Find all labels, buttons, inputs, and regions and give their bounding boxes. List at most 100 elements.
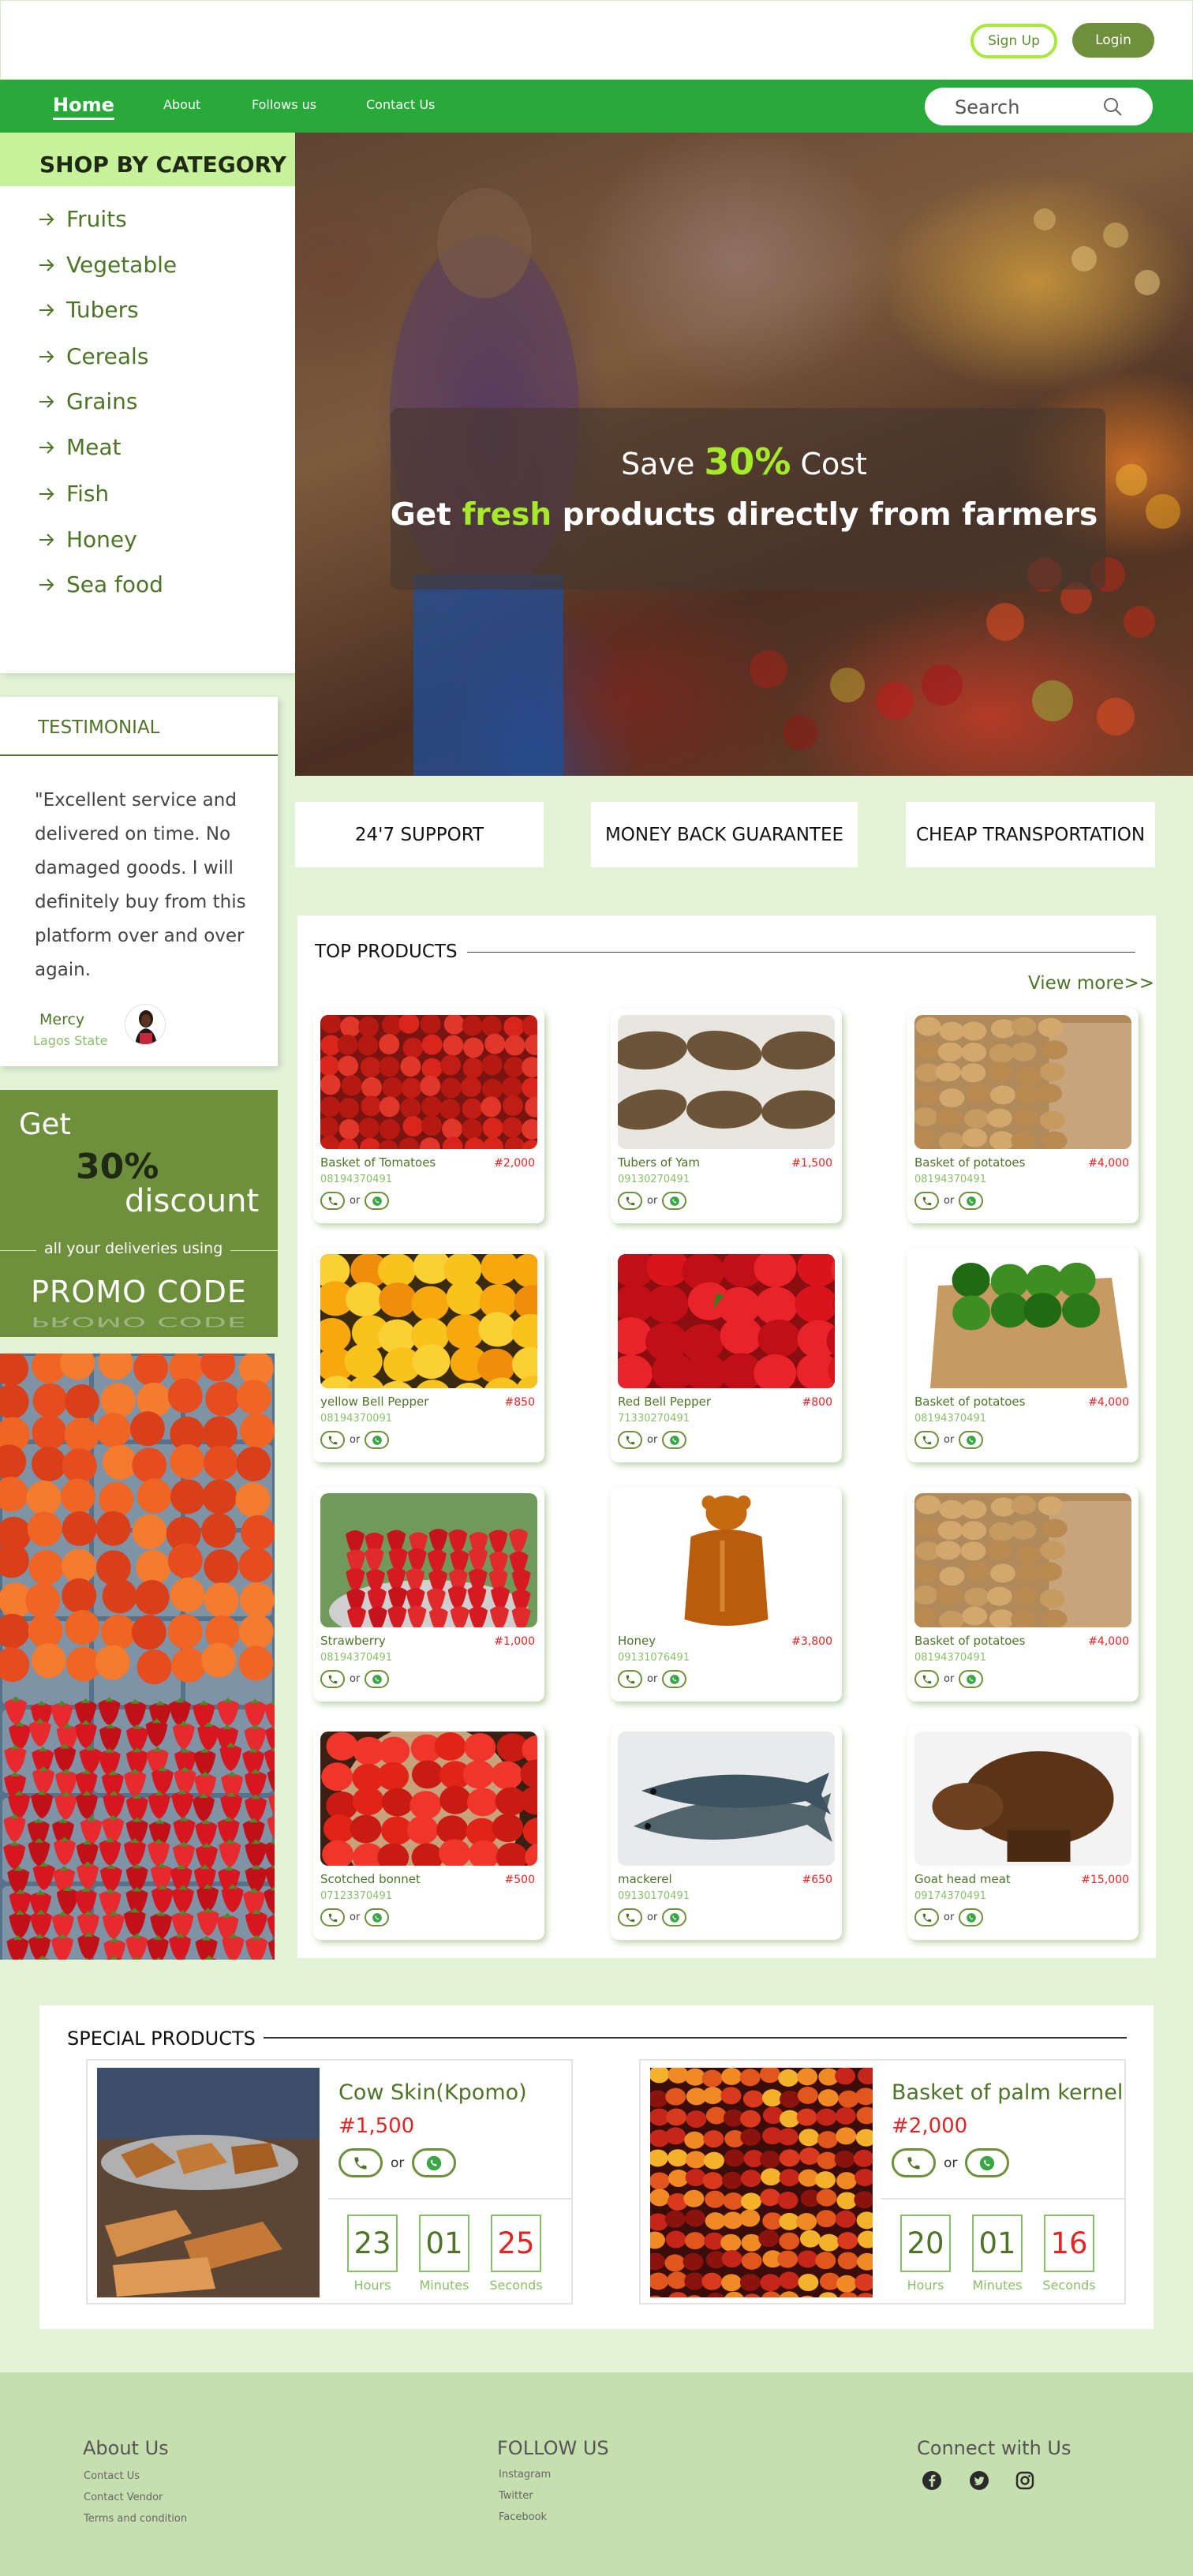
whatsapp-button[interactable] <box>662 1908 687 1926</box>
product-image[interactable] <box>320 1015 537 1149</box>
footer-link-instagram[interactable]: Instagram <box>499 2469 551 2481</box>
whatsapp-icon <box>669 1196 679 1206</box>
phone-call-button[interactable] <box>914 1670 939 1688</box>
whatsapp-button[interactable] <box>662 1192 687 1210</box>
twitter-icon[interactable] <box>969 2470 989 2491</box>
phone-call-button[interactable] <box>618 1431 642 1449</box>
phone-call-button[interactable] <box>320 1670 345 1688</box>
special-products-title: SPECIAL PRODUCTS <box>67 2027 264 2050</box>
whatsapp-button[interactable] <box>959 1670 984 1688</box>
product-card[interactable]: Basket of potatoes #4,000 08194370491 or <box>907 1248 1139 1462</box>
product-card[interactable]: Red Bell Pepper #800 71330270491 or <box>611 1248 842 1462</box>
phone-call-button[interactable] <box>892 2148 936 2177</box>
arrow-right-icon <box>39 212 54 226</box>
whatsapp-button[interactable] <box>365 1431 390 1449</box>
footer-link-twitter[interactable]: Twitter <box>499 2490 533 2502</box>
signup-button[interactable]: Sign Up <box>970 24 1057 58</box>
category-item-fruits[interactable]: Fruits <box>38 206 127 232</box>
search-icon[interactable] <box>1101 95 1124 118</box>
whatsapp-button[interactable] <box>959 1431 984 1449</box>
product-image[interactable] <box>320 1732 537 1866</box>
product-image[interactable] <box>618 1254 835 1388</box>
category-item-honey[interactable]: Honey <box>38 526 137 552</box>
product-card[interactable]: Basket of potatoes #4,000 08194370491 or <box>907 1009 1139 1223</box>
nav-contact-us[interactable]: Contact Us <box>366 97 435 112</box>
product-image[interactable] <box>618 1493 835 1627</box>
footer-link-contact-us[interactable]: Contact Us <box>84 2470 140 2482</box>
special-product-card[interactable]: Cow Skin(Kpomo) #1,500 or 23 01 25 Hours Minute… <box>86 2059 573 2305</box>
hero-subheadline: Get fresh products directly from farmers <box>295 497 1193 533</box>
phone-call-button[interactable] <box>618 1908 642 1926</box>
phone-call-button[interactable] <box>320 1431 345 1449</box>
category-item-grains[interactable]: Grains <box>38 388 137 414</box>
product-card[interactable]: Goat head meat #15,000 09174370491 or <box>907 1725 1139 1940</box>
phone-call-button[interactable] <box>914 1431 939 1449</box>
product-image[interactable] <box>618 1015 835 1149</box>
category-item-fish[interactable]: Fish <box>38 481 109 507</box>
product-name: Basket of potatoes <box>914 1155 1026 1170</box>
special-product-image[interactable] <box>97 2068 320 2297</box>
product-card[interactable]: Basket of potatoes #4,000 08194370491 or <box>907 1487 1139 1702</box>
promo-subtitle: all your deliveries using <box>36 1240 231 1257</box>
product-image[interactable] <box>618 1732 835 1866</box>
whatsapp-icon <box>669 1912 679 1923</box>
product-image[interactable] <box>320 1254 537 1388</box>
whatsapp-button[interactable] <box>965 2148 1010 2177</box>
product-price: #1,000 <box>494 1635 535 1648</box>
feature-support: 24'7 SUPPORT <box>295 802 544 867</box>
product-card[interactable]: mackerel #650 09130170491 or <box>611 1725 842 1940</box>
phone-call-button[interactable] <box>618 1192 642 1210</box>
category-item-meat[interactable]: Meat <box>38 434 122 460</box>
special-product-card[interactable]: Basket of palm kernel #2,000 or 20 01 16 Hours… <box>639 2059 1126 2305</box>
nav-home[interactable]: Home <box>53 94 114 120</box>
special-product-image[interactable] <box>650 2068 873 2297</box>
whatsapp-button[interactable] <box>959 1192 984 1210</box>
product-image[interactable] <box>914 1015 1131 1149</box>
whatsapp-button[interactable] <box>959 1908 984 1926</box>
footer-connect-title: Connect with Us <box>917 2437 1071 2459</box>
special-product-name: Cow Skin(Kpomo) <box>338 2080 527 2105</box>
login-button[interactable]: Login <box>1072 23 1154 58</box>
product-image[interactable] <box>320 1493 537 1627</box>
footer-link-facebook[interactable]: Facebook <box>499 2511 547 2523</box>
phone-call-button[interactable] <box>914 1192 939 1210</box>
instagram-icon[interactable] <box>1015 2470 1035 2491</box>
category-item-tubers[interactable]: Tubers <box>38 297 139 323</box>
contact-options: or <box>892 2148 1010 2177</box>
phone-call-button[interactable] <box>914 1908 939 1926</box>
product-card[interactable]: Scotched bonnet #500 07123370491 or <box>313 1725 544 1940</box>
phone-call-button[interactable] <box>618 1670 642 1688</box>
category-title: SHOP BY CATEGORY <box>39 152 286 178</box>
whatsapp-button[interactable] <box>662 1431 687 1449</box>
search-input[interactable]: Search <box>925 88 1153 125</box>
product-image[interactable] <box>914 1254 1131 1388</box>
product-image[interactable] <box>914 1732 1131 1866</box>
product-card[interactable]: Strawberry #1,000 08194370491 or <box>313 1487 544 1702</box>
view-more-link[interactable]: View more>> <box>1028 973 1154 994</box>
category-item-vegetable[interactable]: Vegetable <box>38 252 177 278</box>
whatsapp-button[interactable] <box>662 1670 687 1688</box>
category-item-cereals[interactable]: Cereals <box>38 343 148 369</box>
nav-follows-us[interactable]: Follows us <box>252 97 316 112</box>
phone-call-button[interactable] <box>320 1908 345 1926</box>
whatsapp-button[interactable] <box>365 1908 390 1926</box>
product-card[interactable]: yellow Bell Pepper #850 08194370091 or <box>313 1248 544 1462</box>
avatar <box>125 1004 166 1045</box>
nav-about[interactable]: About <box>163 97 200 112</box>
facebook-icon[interactable] <box>922 2470 942 2491</box>
phone-call-button[interactable] <box>338 2148 383 2177</box>
product-image[interactable] <box>914 1493 1131 1627</box>
product-card[interactable]: Honey #3,800 09131076491 or <box>611 1487 842 1702</box>
promo-banner[interactable]: Get 30% discount all your deliveries usi… <box>0 1090 278 1337</box>
countdown-hours: 23 <box>347 2215 398 2272</box>
whatsapp-button[interactable] <box>365 1192 390 1210</box>
product-card[interactable]: Tubers of Yam #1,500 09130270491 or <box>611 1009 842 1223</box>
footer-link-terms[interactable]: Terms and condition <box>84 2513 187 2525</box>
product-card[interactable]: Basket of Tomatoes #2,000 08194370491 or <box>313 1009 544 1223</box>
whatsapp-button[interactable] <box>365 1670 390 1688</box>
footer-link-contact-vendor[interactable]: Contact Vendor <box>84 2492 163 2503</box>
promo-get: Get <box>19 1107 71 1141</box>
whatsapp-button[interactable] <box>412 2148 457 2177</box>
phone-call-button[interactable] <box>320 1192 345 1210</box>
category-item-sea-food[interactable]: Sea food <box>38 571 163 597</box>
